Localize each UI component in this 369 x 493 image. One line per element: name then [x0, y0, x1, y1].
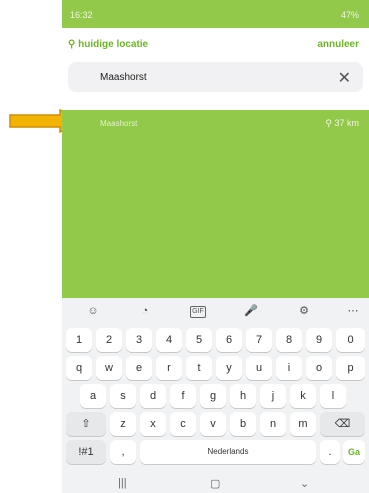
close-icon[interactable]: ✕ [338, 68, 351, 88]
recent-apps-icon[interactable]: ||| [118, 477, 127, 489]
key-4[interactable]: 4 [156, 328, 182, 352]
key-3[interactable]: 3 [126, 328, 152, 352]
back-chevron-down-icon[interactable]: ⌄ [300, 477, 309, 490]
key-u[interactable]: u [246, 356, 272, 380]
location-pin-icon: ⚲ [68, 39, 76, 50]
key-f[interactable]: f [170, 384, 196, 408]
key-r[interactable]: r [156, 356, 182, 380]
key-9[interactable]: 9 [306, 328, 332, 352]
phone-screen: 16:32 47% ⚲ huidige locatie annuleer Maa… [62, 0, 369, 493]
key-h[interactable]: h [230, 384, 256, 408]
key-k[interactable]: k [290, 384, 316, 408]
space-key[interactable]: Nederlands [140, 440, 316, 464]
search-sheet: ⚲ huidige locatie annuleer Maashorst ✕ [62, 28, 369, 110]
key-l[interactable]: l [320, 384, 346, 408]
emoji-icon[interactable]: ☺ [84, 304, 102, 318]
more-icon[interactable]: ⋯ [344, 304, 362, 318]
key-8[interactable]: 8 [276, 328, 302, 352]
key-e[interactable]: e [126, 356, 152, 380]
key-2[interactable]: 2 [96, 328, 122, 352]
mic-icon[interactable]: 🎤 [242, 304, 260, 318]
gear-icon[interactable]: ⚙ [295, 304, 313, 318]
navigation-bar: ||| ▢ ⌄ [62, 475, 369, 493]
sticker-icon[interactable]: ◔ [136, 304, 154, 318]
key-w[interactable]: w [96, 356, 122, 380]
key-m[interactable]: m [290, 412, 316, 436]
key-g[interactable]: g [200, 384, 226, 408]
key-5[interactable]: 5 [186, 328, 212, 352]
keyboard-toolbar: ☺ ◔ GIF 🎤 ⚙ ⋯ [62, 298, 369, 324]
cancel-button[interactable]: annuleer [317, 39, 359, 50]
result-distance-value: 37 km [334, 118, 359, 128]
period-key[interactable]: . [320, 440, 340, 464]
result-name[interactable]: Maashorst [100, 119, 137, 128]
backspace-icon: ⌫ [334, 418, 351, 430]
symbols-key[interactable]: !#1 [66, 440, 106, 464]
search-input[interactable]: Maashorst ✕ [68, 62, 363, 92]
key-o[interactable]: o [306, 356, 332, 380]
key-d[interactable]: d [140, 384, 166, 408]
key-7[interactable]: 7 [246, 328, 272, 352]
search-input-value: Maashorst [100, 72, 147, 83]
current-location-button[interactable]: ⚲ huidige locatie [68, 39, 148, 50]
key-t[interactable]: t [186, 356, 212, 380]
shift-icon: ⇧ [81, 418, 91, 430]
status-time: 16:32 [70, 10, 93, 20]
key-q[interactable]: q [66, 356, 92, 380]
key-i[interactable]: i [276, 356, 302, 380]
result-area[interactable]: Maashorst ⚲ 37 km [62, 110, 369, 300]
key-c[interactable]: c [170, 412, 196, 436]
key-6[interactable]: 6 [216, 328, 242, 352]
gif-icon[interactable]: GIF [190, 306, 206, 318]
key-j[interactable]: j [260, 384, 286, 408]
shift-key[interactable]: ⇧ [66, 412, 106, 436]
key-y[interactable]: y [216, 356, 242, 380]
key-p[interactable]: p [336, 356, 365, 380]
comma-key[interactable]: , [110, 440, 136, 464]
key-z[interactable]: z [110, 412, 136, 436]
key-x[interactable]: x [140, 412, 166, 436]
home-icon[interactable]: ▢ [210, 477, 220, 490]
location-pin-icon: ⚲ [325, 118, 332, 128]
result-distance: ⚲ 37 km [325, 118, 359, 129]
key-s[interactable]: s [110, 384, 136, 408]
key-n[interactable]: n [260, 412, 286, 436]
key-a[interactable]: a [80, 384, 106, 408]
backspace-key[interactable]: ⌫ [320, 412, 365, 436]
key-0[interactable]: 0 [336, 328, 365, 352]
battery-level: 47% [340, 10, 359, 20]
current-location-label: huidige locatie [78, 39, 149, 50]
key-1[interactable]: 1 [66, 328, 92, 352]
go-key[interactable]: Ga [343, 440, 365, 464]
key-v[interactable]: v [200, 412, 226, 436]
keyboard: ☺ ◔ GIF 🎤 ⚙ ⋯ 1 2 3 4 5 6 7 8 9 0 q w e … [62, 298, 369, 493]
key-b[interactable]: b [230, 412, 256, 436]
status-bar: 16:32 47% [62, 0, 369, 28]
